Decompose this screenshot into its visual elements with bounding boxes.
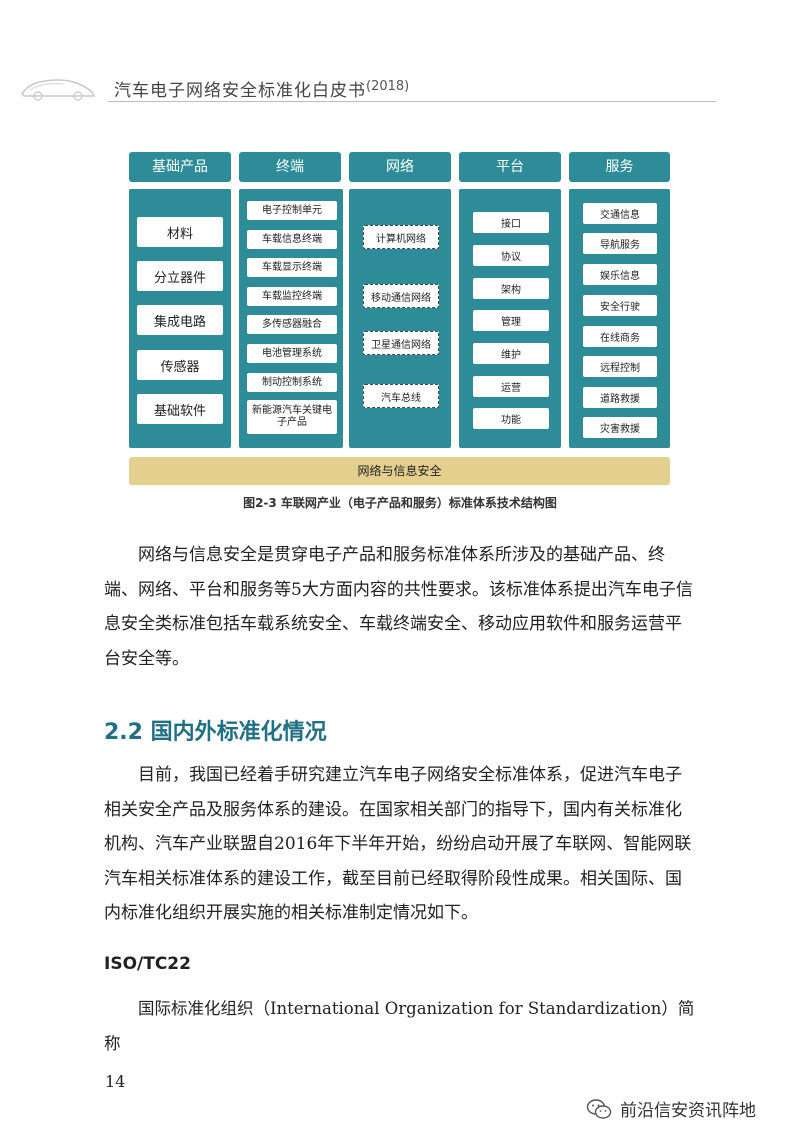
figure-caption: 图2-3 车联网产业（电子产品和服务）标准体系技术结构图 xyxy=(243,496,557,510)
item-box: 架构 xyxy=(473,278,549,299)
column-body: 材料 分立器件 集成电路 传感器 基础软件 xyxy=(129,189,231,448)
paragraph-1: 网络与信息安全是贯穿电子产品和服务标准体系所涉及的基础产品、终端、网络、平台和服… xyxy=(104,545,693,669)
column-body: 交通信息 导航服务 娱乐信息 安全行驶 在线商务 远程控制 道路救援 灾害救援 xyxy=(569,189,670,448)
watermark-text: 前沿信安资讯阵地 xyxy=(620,1101,756,1121)
item-box: 计算机网络 xyxy=(363,225,439,249)
paragraph-2: 目前，我国已经着手研究建立汽车电子网络安全标准体系，促进汽车电子相关安全产品及服… xyxy=(104,765,692,923)
running-header: 汽车电子网络安全标准化白皮书 (2018) xyxy=(18,66,716,106)
column-header: 网络 xyxy=(349,152,451,182)
item-box: 接口 xyxy=(473,212,549,233)
item-box: 道路救援 xyxy=(583,387,657,408)
item-box: 远程控制 xyxy=(583,356,657,377)
column-header: 基础产品 xyxy=(129,152,231,182)
item-box: 运营 xyxy=(473,376,549,397)
section-heading: 2.2 国内外标准化情况 xyxy=(104,720,327,745)
page-number: 14 xyxy=(105,1072,126,1091)
item-box: 卫星通信网络 xyxy=(363,331,439,355)
header-title: 汽车电子网络安全标准化白皮书 xyxy=(114,81,366,101)
item-box: 交通信息 xyxy=(583,203,657,224)
item-box: 移动通信网络 xyxy=(363,284,439,308)
security-bar: 网络与信息安全 xyxy=(129,457,670,485)
item-box: 汽车总线 xyxy=(363,384,439,408)
item-box: 新能源汽车关键电子产品 xyxy=(247,400,337,434)
column-body: 电子控制单元 车载信息终端 车载显示终端 车载监控终端 多传感器融合 电池管理系… xyxy=(239,189,343,448)
car-logo-icon xyxy=(21,79,96,101)
watermark: 前沿信安资讯阵地 xyxy=(586,1096,756,1121)
item-box: 电池管理系统 xyxy=(247,344,337,363)
standards-structure-figure: 基础产品 材料 分立器件 集成电路 传感器 基础软件 终端 电子控制单元 车载信… xyxy=(129,152,671,486)
column-header: 平台 xyxy=(459,152,561,182)
item-box: 安全行驶 xyxy=(583,295,657,316)
item-box: 材料 xyxy=(137,217,223,247)
item-box: 集成电路 xyxy=(137,305,223,335)
item-box: 制动控制系统 xyxy=(247,373,337,392)
item-box: 管理 xyxy=(473,310,549,331)
wechat-icon xyxy=(586,1098,612,1119)
item-box: 分立器件 xyxy=(137,261,223,291)
column-header: 终端 xyxy=(239,152,341,182)
item-box: 功能 xyxy=(473,408,549,429)
item-box: 车载显示终端 xyxy=(247,258,337,277)
item-box: 维护 xyxy=(473,343,549,364)
column-body: 计算机网络 移动通信网络 卫星通信网络 汽车总线 xyxy=(349,189,451,448)
item-box: 车载监控终端 xyxy=(247,287,337,306)
iso-heading: ISO/TC22 xyxy=(104,954,191,974)
header-year: (2018) xyxy=(366,79,410,94)
item-box: 基础软件 xyxy=(137,394,223,424)
header-rule xyxy=(108,101,716,102)
item-box: 娱乐信息 xyxy=(583,264,657,285)
column-body: 接口 协议 架构 管理 维护 运营 功能 xyxy=(459,189,561,448)
item-box: 协议 xyxy=(473,245,549,266)
column-header: 服务 xyxy=(569,152,670,182)
item-box: 灾害救援 xyxy=(583,417,657,438)
item-box: 导航服务 xyxy=(583,233,657,254)
item-box: 多传感器融合 xyxy=(247,315,337,334)
item-box: 传感器 xyxy=(137,350,223,380)
item-box: 车载信息终端 xyxy=(247,230,337,249)
item-box: 电子控制单元 xyxy=(247,201,337,220)
item-box: 在线商务 xyxy=(583,326,657,347)
paragraph-3: 国际标准化组织（International Organization for S… xyxy=(104,999,695,1053)
